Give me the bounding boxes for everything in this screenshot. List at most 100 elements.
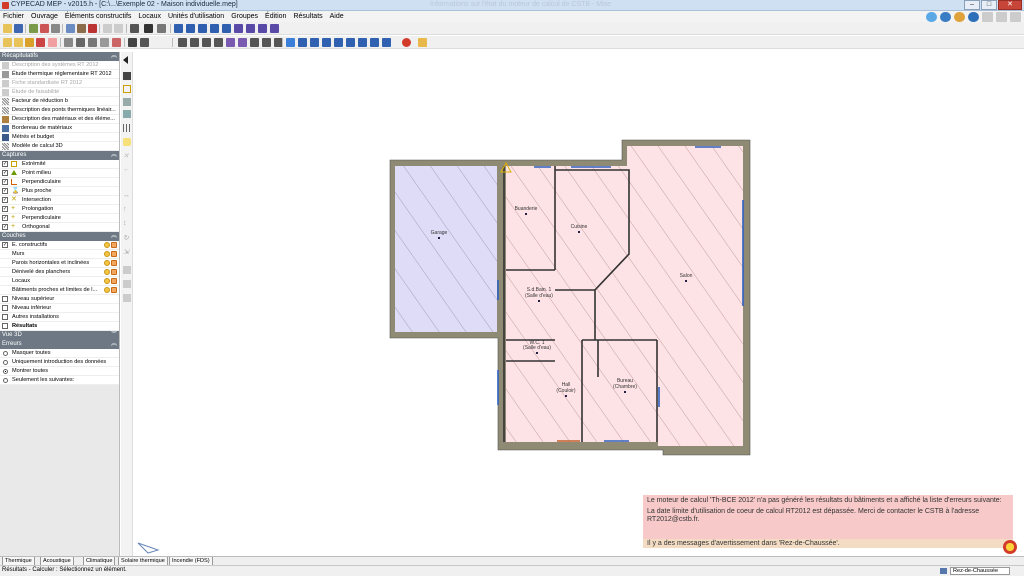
error-filter-option[interactable]: Seulement les suivantes: [0,376,119,385]
layer-item[interactable]: Niveau inférieur [0,304,119,313]
recap-item[interactable]: Description des systèmes RT 2012 [0,61,119,70]
capture-item[interactable]: ✓ + Perpendiculaire [0,214,119,223]
measure-icon[interactable] [258,24,267,33]
checkbox[interactable]: ✓ [2,215,8,221]
lock-icon[interactable] [111,287,117,293]
cursor-icon[interactable] [128,38,137,47]
layer-item[interactable]: Murs [0,250,119,259]
help-icon[interactable] [926,12,937,22]
floor-selector[interactable]: Rez-de-Chaussée [950,567,1010,575]
window-icon[interactable] [88,38,97,47]
checkbox[interactable]: ✓ [2,197,8,203]
capture-item[interactable]: ✓ Perpendiculaire [0,178,119,187]
rotate-icon[interactable]: ↻ [123,234,131,242]
stack-c-icon[interactable] [123,294,131,302]
close-button[interactable]: ✕ [998,0,1022,10]
room-icon[interactable] [112,38,121,47]
couches-header[interactable]: Couches ︽ [0,232,119,241]
arrow-right-icon[interactable] [140,38,149,47]
error-filter-option[interactable]: Masquer toutes [0,349,119,358]
edit-icon[interactable] [29,24,38,33]
checkbox[interactable] [2,314,8,320]
radio-button-selected[interactable] [3,369,8,374]
minimize-button[interactable]: – [964,0,980,10]
save-icon[interactable] [14,24,23,33]
view-icon[interactable] [66,24,75,33]
vue3d-header[interactable]: Vue 3D ︾ [0,331,119,340]
capture-item[interactable]: ✓ ✕ Intersection [0,196,119,205]
menu-edition[interactable]: Édition [265,11,286,22]
visibility-bulb-icon[interactable] [104,278,110,284]
floor-icon[interactable] [77,24,86,33]
new-icon[interactable] [3,38,12,47]
window-min-icon[interactable] [982,12,993,22]
checkbox[interactable]: ✓ [2,179,8,185]
info-element-icon[interactable] [262,38,271,47]
visibility-bulb-icon[interactable] [104,287,110,293]
house-icon[interactable] [88,24,97,33]
lock-icon[interactable] [111,251,117,257]
radio-button[interactable] [3,378,8,383]
visibility-bulb-icon[interactable] [104,269,110,275]
menu-resultats[interactable]: Résultats [293,11,322,22]
grid-icon[interactable] [123,124,131,132]
recap-header[interactable]: Récapitulatifs ︽ [0,52,119,61]
redo-icon[interactable] [114,24,123,33]
rotate-icon[interactable] [214,38,223,47]
menu-fichier[interactable]: Fichier [3,11,24,22]
maximize-button[interactable]: □ [981,0,997,10]
hide-icon[interactable]: ✕ [123,152,131,160]
globe-icon[interactable] [940,12,951,22]
layer-item[interactable]: Niveau supérieur [0,295,119,304]
recap-item[interactable]: Étude thermique réglementaire RT 2012 [0,70,119,79]
error-filter-option[interactable]: Uniquement introduction des données [0,358,119,367]
captures-header[interactable]: Captures ︽ [0,151,119,160]
zoom-in-icon[interactable] [198,24,207,33]
checkbox[interactable]: ✓ [2,161,8,167]
layer-item[interactable]: Parois horizontales et inclinées [0,259,119,268]
visibility-bulb-icon[interactable] [104,242,110,248]
recap-item[interactable]: Étude de faisabilité [0,88,119,97]
recap-item[interactable]: Facteur de réduction b [0,97,119,106]
menu-ouvrage[interactable]: Ouvrage [31,11,58,22]
undo-icon[interactable] [103,24,112,33]
capture-item[interactable]: ✓ + Prolongation [0,205,119,214]
capture-item[interactable]: ✓ Point milieu [0,169,119,178]
radio-button[interactable] [3,360,8,365]
arrow-up-icon[interactable]: ↑ [123,206,131,214]
layer-updown-icon[interactable] [144,24,153,33]
floor-plan[interactable]: Garage Buanderie Cuisine Salon S.d.Bain.… [134,50,1024,556]
checkbox[interactable] [2,296,8,302]
recap-item[interactable]: Description des matériaux et des éléme..… [0,115,119,124]
collapse-arrow-icon[interactable] [123,56,128,64]
menu-aide[interactable]: Aide [330,11,344,22]
visibility-bulb-icon[interactable] [104,260,110,266]
recap-item[interactable]: Modèle de calcul 3D [0,142,119,151]
mark-icon[interactable] [25,38,34,47]
building-icon[interactable] [40,24,49,33]
comment-icon[interactable] [123,138,131,146]
layer-up-icon[interactable] [130,24,139,33]
checkbox[interactable]: ✓ [2,188,8,194]
floor-selector-icon[interactable] [940,568,947,574]
recap-item[interactable]: Description des ponts thermiques linéair… [0,106,119,115]
window-close-icon[interactable] [1010,12,1021,22]
door-icon[interactable] [76,38,85,47]
select-rect-icon[interactable] [123,85,131,93]
pan-icon[interactable] [186,24,195,33]
ruler-icon[interactable] [123,110,131,118]
recap-item[interactable]: Métrés et budget [0,133,119,142]
recap-item[interactable]: Fiche standardisée RT 2012 [0,79,119,88]
plan-icon[interactable] [48,38,57,47]
lock-icon[interactable] [111,242,117,248]
capture-item[interactable]: ✓ + Orthogonal [0,223,119,232]
checkbox[interactable] [2,305,8,311]
checkbox[interactable]: ✓ [2,206,8,212]
open-icon[interactable] [3,24,12,33]
stack-icon[interactable] [123,266,131,274]
zoom-out-icon[interactable] [210,24,219,33]
stop-icon[interactable] [402,38,411,47]
tools-icon[interactable] [123,72,131,80]
arrow-h-icon[interactable]: ↔ [123,192,131,200]
calc-engine-icon[interactable] [1003,540,1017,554]
